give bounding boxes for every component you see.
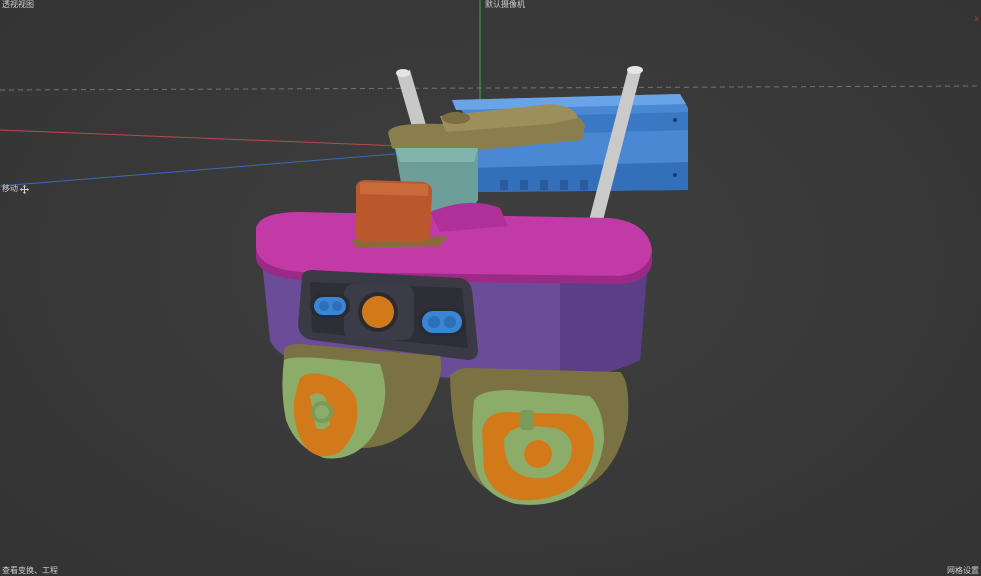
status-text-left: 查看变换、工程 [2,566,58,575]
move-tool-text: 移动 [2,184,18,193]
view-name-label[interactable]: 透视视图 [2,0,34,10]
status-text-right[interactable]: 网格设置 [947,566,979,576]
center-orange-lens[interactable] [358,292,398,332]
z-axis-line [0,153,396,187]
x-axis-line [0,129,401,147]
right-blue-lens[interactable] [418,308,466,336]
camera-name-label[interactable]: 默认摄像机 [485,0,525,10]
move-icon[interactable] [20,184,29,194]
right-dome-camera[interactable] [450,368,629,505]
left-blue-lens[interactable] [310,294,350,318]
close-icon[interactable]: x [974,14,979,23]
scene-canvas[interactable] [0,0,981,576]
3d-viewport[interactable]: 透视视图 默认摄像机 移动 x 查看变换、工程 网格设置 [0,0,981,576]
grid-line [0,85,981,91]
move-tool-label[interactable]: 移动 [2,184,29,194]
left-dome-camera[interactable] [282,344,442,459]
